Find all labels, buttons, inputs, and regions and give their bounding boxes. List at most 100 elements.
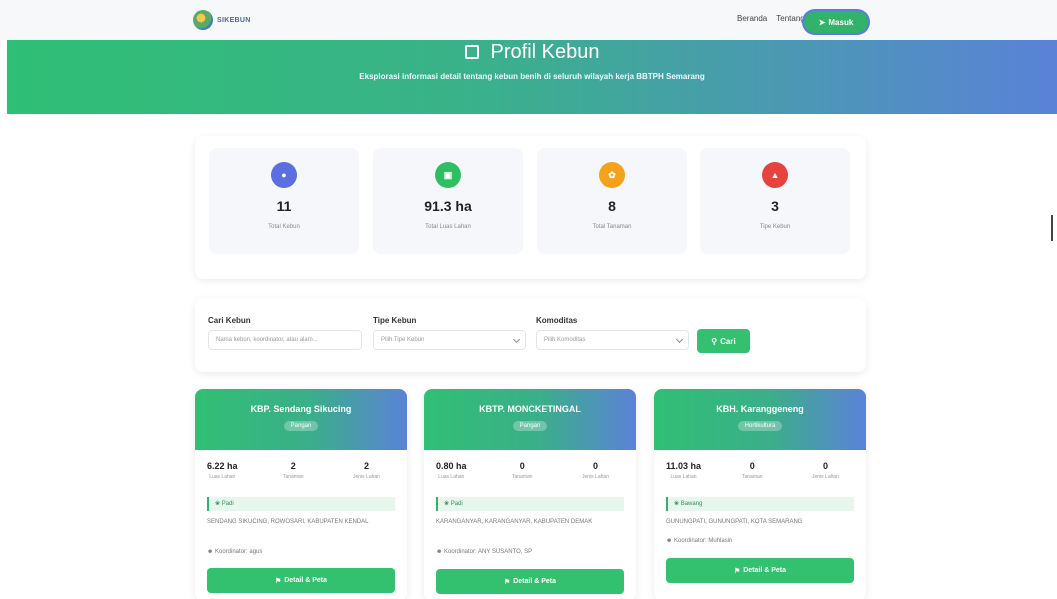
stat-value: 0.80 ha — [436, 461, 467, 471]
garden-name: KBTP. MONCKETINGAL — [479, 404, 581, 414]
stat-label: Jenis Lahan — [582, 474, 609, 480]
garden-card-header: KBP. Sendang Sikucing Pangan — [195, 389, 407, 450]
detail-map-button[interactable]: ⚑ Detail & Peta — [436, 569, 624, 594]
garden-card-header: KBH. Karanggeneng Hortikultura — [654, 389, 866, 450]
commodity-text: Padi — [221, 501, 234, 507]
garden-stat-land-types: 0 Jenis Lahan — [582, 461, 609, 480]
garden-type-badge: Hortikultura — [737, 421, 783, 431]
user-icon: ☻ — [666, 538, 673, 544]
filter-card: Cari Kebun Nama kebun, koordinator, atau… — [195, 298, 866, 372]
search-icon: ⚲ — [711, 336, 718, 346]
garden-icon: ● — [271, 162, 297, 188]
garden-coordinator: ☻ Koordinator: ANY SUSANTO, SP — [436, 549, 624, 555]
page-title: Profil Kebun — [7, 40, 1057, 64]
garden-card: KBP. Sendang Sikucing Pangan 6.22 ha Lua… — [195, 389, 407, 599]
garden-map-icon — [464, 45, 479, 59]
stat-label: Tanaman — [283, 474, 304, 480]
garden-stats: 0.80 ha Luas Lahan 0 Tanaman 0 Jenis Lah… — [436, 461, 624, 487]
logo-text: SIKEBUN — [217, 16, 251, 24]
garden-location: GUNUNGPATI, GUNUNGPATI, KOTA SEMARANG — [666, 519, 803, 525]
garden-commodity: ❀ Padi — [207, 497, 395, 511]
type-icon: ▲ — [762, 162, 788, 188]
chevron-down-icon — [675, 335, 684, 344]
garden-card: KBH. Karanggeneng Hortikultura 11.03 ha … — [654, 389, 866, 599]
chevron-down-icon — [512, 335, 521, 344]
stat-tipe-kebun: ▲ 3 Tipe Kebun — [700, 148, 850, 254]
garden-name: KBH. Karanggeneng — [716, 404, 804, 414]
commodity-select[interactable]: Pilih Komoditas — [536, 330, 689, 350]
stat-label: Luas Lahan — [670, 474, 697, 480]
type-placeholder: Pilih Tipe Kebun — [381, 337, 425, 343]
map-icon: ⚑ — [733, 567, 741, 575]
search-button-label: Cari — [720, 336, 736, 346]
coordinator-text: Koordinator: agus — [215, 549, 263, 555]
hero-banner: Profil Kebun Eksplorasi informasi detail… — [7, 40, 1057, 114]
stat-total-luas: ▣ 91.3 ha Total Luas Lahan — [373, 148, 523, 254]
garden-coordinator: ☻ Koordinator: Muhlasin — [666, 538, 854, 544]
stat-value: 91.3 ha — [424, 198, 472, 214]
garden-location: KARANGANYAR, KARANGANYAR, KABUPATEN DEMA… — [436, 519, 593, 525]
detail-button-label: Detail & Peta — [513, 578, 557, 585]
detail-button-label: Detail & Peta — [743, 567, 787, 574]
garden-coordinator: ☻ Koordinator: agus — [207, 549, 395, 555]
detail-map-button[interactable]: ⚑ Detail & Peta — [666, 558, 854, 583]
garden-stat-land-types: 2 Jenis Lahan — [353, 461, 380, 480]
nav-link-tentang[interactable]: Tentang — [776, 14, 804, 23]
garden-stats: 6.22 ha Luas Lahan 2 Tanaman 2 Jenis Lah… — [207, 461, 395, 487]
leaf-icon: ❀ — [674, 501, 680, 507]
user-icon: ☻ — [436, 549, 443, 555]
search-label: Cari Kebun — [208, 316, 251, 325]
stat-value: 11 — [276, 198, 292, 214]
stat-value: 0 — [749, 461, 755, 471]
garden-type-badge: Pangan — [512, 421, 548, 431]
type-select[interactable]: Pilih Tipe Kebun — [373, 330, 526, 350]
nav-link-beranda[interactable]: Beranda — [737, 14, 767, 23]
scrollbar[interactable] — [1051, 215, 1053, 241]
stat-value: 0 — [822, 461, 828, 471]
stat-value: 0 — [592, 461, 598, 471]
garden-stat-area: 11.03 ha Luas Lahan — [666, 461, 701, 480]
stat-value: 0 — [519, 461, 525, 471]
detail-map-button[interactable]: ⚑ Detail & Peta — [207, 568, 395, 593]
user-icon: ☻ — [207, 549, 214, 555]
search-placeholder: Nama kebun, koordinator, atau alam... — [216, 337, 318, 343]
stat-label: Luas Lahan — [438, 474, 465, 480]
stat-label: Total Luas Lahan — [425, 224, 471, 230]
type-label: Tipe Kebun — [373, 316, 417, 325]
logo[interactable]: SIKEBUN — [193, 10, 251, 30]
garden-commodity: ❀ Bawang — [666, 497, 854, 511]
garden-stats: 11.03 ha Luas Lahan 0 Tanaman 0 Jenis La… — [666, 461, 854, 487]
commodity-text: Bawang — [680, 501, 703, 507]
page-title-text: Profil Kebun — [490, 41, 600, 63]
logo-icon — [193, 10, 213, 30]
garden-stat-area: 6.22 ha Luas Lahan — [207, 461, 238, 480]
nav-links: Beranda Tentang — [737, 14, 805, 23]
coordinator-text: Koordinator: ANY SUSANTO, SP — [444, 549, 533, 555]
garden-stat-area: 0.80 ha Luas Lahan — [436, 461, 467, 480]
garden-stat-plants: 0 Tanaman — [512, 461, 533, 480]
search-button[interactable]: ⚲ Cari — [697, 329, 750, 353]
stat-value: 2 — [290, 461, 296, 471]
login-icon: ➤ — [818, 17, 826, 27]
stat-label: Total Kebun — [268, 224, 300, 230]
search-input[interactable]: Nama kebun, koordinator, atau alam... — [208, 330, 362, 350]
page-subtitle: Eksplorasi informasi detail tentang kebu… — [359, 72, 705, 81]
stat-label: Jenis Lahan — [353, 474, 380, 480]
detail-button-label: Detail & Peta — [284, 577, 328, 584]
stats-card: ● 11 Total Kebun ▣ 91.3 ha Total Luas La… — [195, 136, 866, 279]
garden-location: SENDANG SIKUCING, ROWOSARI, KABUPATEN KE… — [207, 519, 369, 525]
leaf-icon: ❀ — [215, 501, 221, 507]
garden-card-header: KBTP. MONCKETINGAL Pangan — [424, 389, 636, 450]
login-button[interactable]: ➤ Masuk — [804, 11, 868, 33]
plant-icon: ✿ — [599, 162, 625, 188]
leaf-icon: ❀ — [444, 501, 450, 507]
stat-value: 6.22 ha — [207, 461, 238, 471]
stat-label: Tanaman — [512, 474, 533, 480]
stat-total-kebun: ● 11 Total Kebun — [209, 148, 359, 254]
garden-stat-plants: 0 Tanaman — [742, 461, 763, 480]
stat-label: Tanaman — [742, 474, 763, 480]
commodity-text: Padi — [450, 501, 463, 507]
stat-label: Tipe Kebun — [759, 224, 791, 230]
navbar: SIKEBUN Beranda Tentang ➤ Masuk — [0, 0, 1057, 40]
stat-value: 2 — [363, 461, 369, 471]
